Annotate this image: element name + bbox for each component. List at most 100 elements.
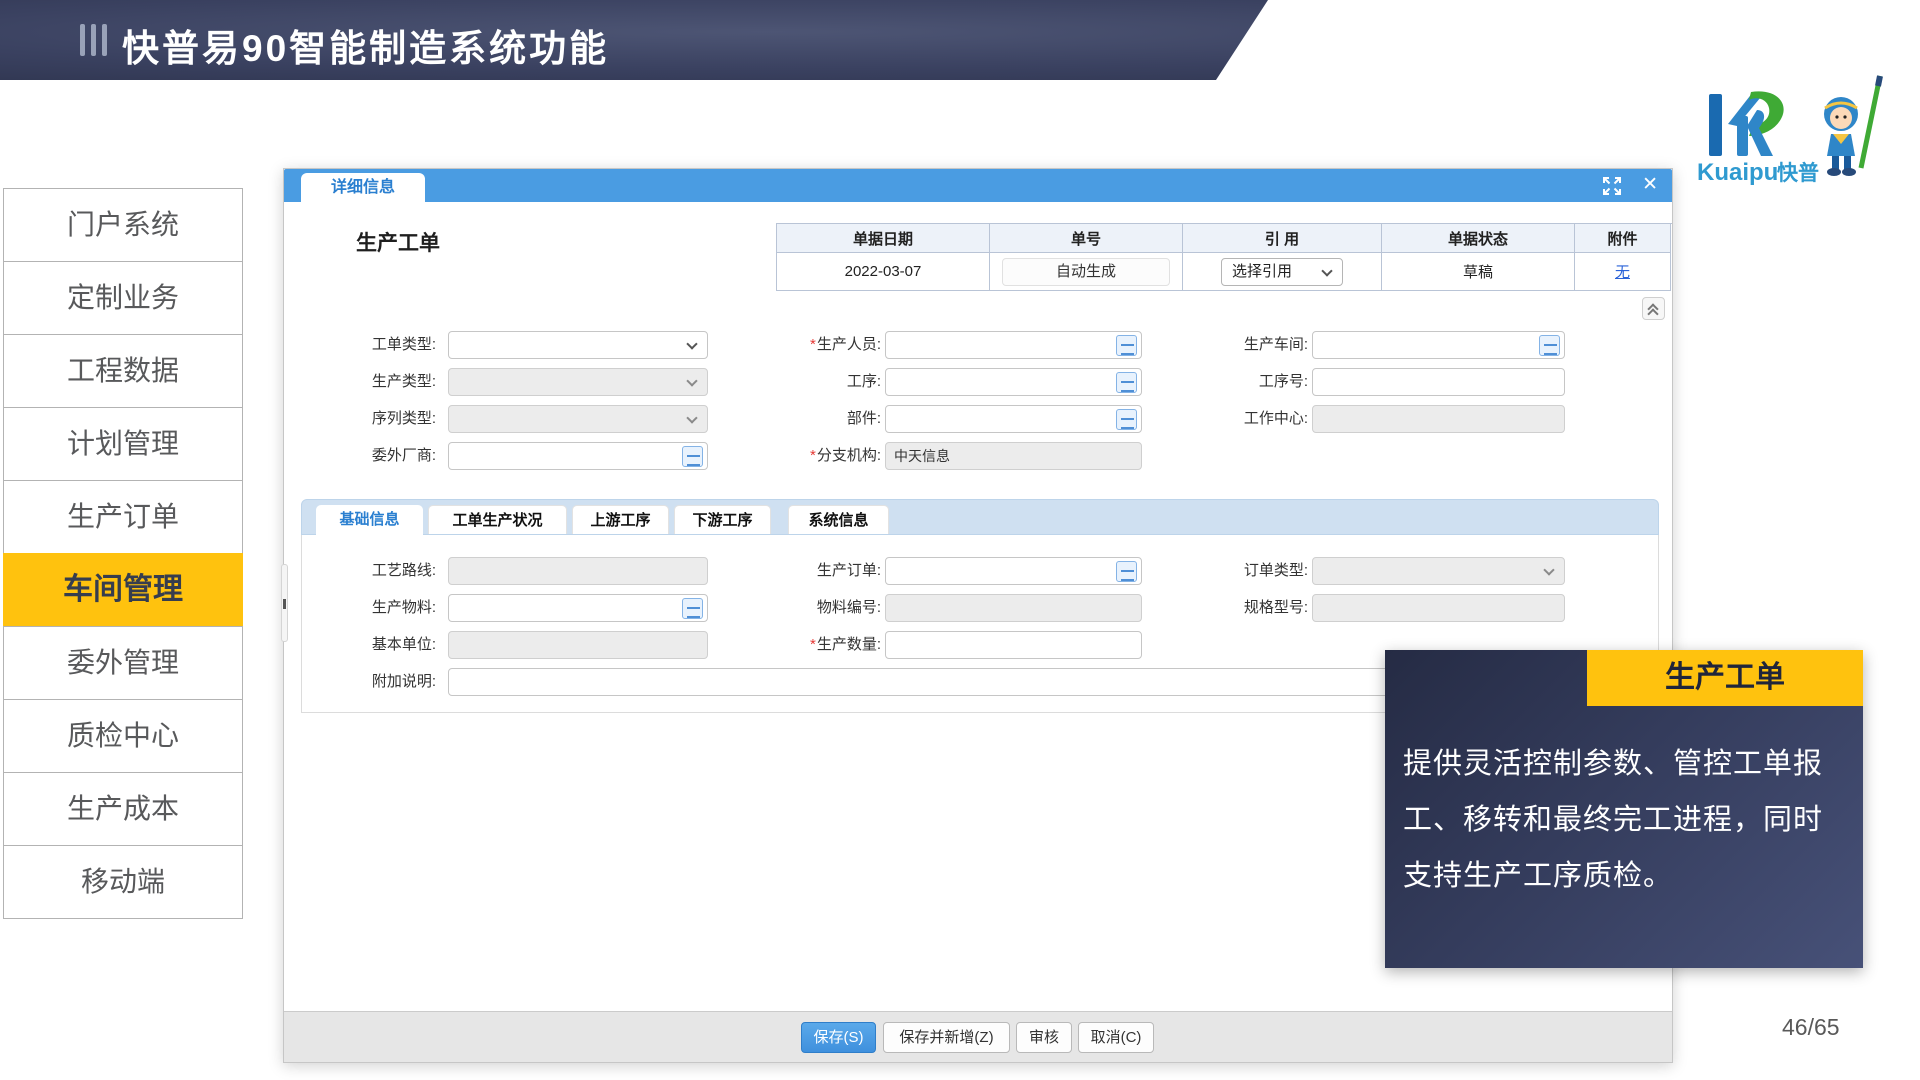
field-label-work-center: 工作中心: bbox=[1161, 405, 1308, 433]
field-label-base-unit: 基本单位: bbox=[291, 631, 436, 659]
field-label-component: 部件: bbox=[736, 405, 881, 433]
doc-date-value: 2022-03-07 bbox=[845, 263, 922, 280]
work-center-input bbox=[1312, 405, 1565, 433]
required-asterisk: * bbox=[810, 447, 816, 464]
field-label-process-route: 工艺路线: bbox=[291, 557, 436, 585]
order-type-select bbox=[1312, 557, 1565, 585]
attachment-link[interactable]: 无 bbox=[1615, 261, 1630, 282]
field-label-outsourcing-vendor: 委外厂商: bbox=[291, 442, 436, 470]
collapse-header-button[interactable] bbox=[1642, 297, 1665, 320]
production-order-input[interactable] bbox=[885, 557, 1142, 585]
field-label-spec-model: 规格型号: bbox=[1161, 594, 1308, 622]
tab-system-info[interactable]: 系统信息 bbox=[788, 505, 889, 534]
tab-basic-info[interactable]: 基础信息 bbox=[316, 505, 423, 536]
lookup-icon[interactable] bbox=[1116, 372, 1137, 393]
lookup-icon[interactable] bbox=[1539, 335, 1560, 356]
form-title: 生产工单 bbox=[356, 227, 440, 257]
doc-col-date: 单据日期 bbox=[777, 224, 990, 253]
required-asterisk: * bbox=[810, 636, 816, 653]
production-material-input[interactable] bbox=[448, 594, 708, 622]
sidebar-item-production-cost[interactable]: 生产成本 bbox=[3, 772, 243, 846]
chevron-down-icon bbox=[1543, 564, 1554, 575]
tab-detail-info[interactable]: 详细信息 bbox=[301, 173, 425, 202]
close-icon[interactable]: ✕ bbox=[1642, 173, 1658, 197]
lookup-icon[interactable] bbox=[1116, 409, 1137, 430]
tab-downstream-process[interactable]: 下游工序 bbox=[674, 505, 771, 534]
production-workshop-input[interactable] bbox=[1312, 331, 1565, 359]
process-no-input[interactable] bbox=[1312, 368, 1565, 396]
production-type-select bbox=[448, 368, 708, 396]
sidebar-item-production-order[interactable]: 生产订单 bbox=[3, 480, 243, 554]
reference-select-value: 选择引用 bbox=[1232, 263, 1292, 280]
sidebar-item-engineering-data[interactable]: 工程数据 bbox=[3, 334, 243, 408]
lookup-icon[interactable] bbox=[1116, 335, 1137, 356]
tab-upstream-process[interactable]: 上游工序 bbox=[572, 505, 669, 534]
outsourcing-vendor-input[interactable] bbox=[448, 442, 708, 470]
field-label-production-order: 生产订单: bbox=[736, 557, 881, 585]
save-and-new-button[interactable]: 保存并新增(Z) bbox=[883, 1022, 1010, 1053]
doc-col-status: 单据状态 bbox=[1382, 224, 1575, 253]
kuaipu-logo: Kuaipu 快普 bbox=[1695, 72, 1895, 190]
field-label-process: 工序: bbox=[736, 368, 881, 396]
field-label-production-qty: *生产数量: bbox=[736, 631, 881, 659]
production-qty-input[interactable] bbox=[885, 631, 1142, 659]
doc-col-attachment: 附件 bbox=[1575, 224, 1671, 253]
page-number: 46/65 bbox=[1782, 1014, 1840, 1041]
panel-splitter-handle[interactable] bbox=[281, 564, 288, 642]
field-label-material-no: 物料编号: bbox=[736, 594, 881, 622]
expand-icon[interactable] bbox=[1602, 176, 1622, 196]
doc-col-number: 单号 bbox=[990, 224, 1183, 253]
doc-table-header-row: 单据日期 单号 引 用 单据状态 附件 bbox=[777, 224, 1672, 253]
audit-button[interactable]: 审核 bbox=[1016, 1022, 1072, 1053]
callout-body: 提供灵活控制参数、管控工单报工、移转和最终完工进程，同时支持生产工序质检。 bbox=[1403, 736, 1847, 904]
field-label-branch-org: *分支机构: bbox=[736, 442, 881, 470]
lookup-icon[interactable] bbox=[1116, 561, 1137, 582]
chevron-down-icon bbox=[1321, 265, 1332, 276]
reference-select[interactable]: 选择引用 bbox=[1221, 258, 1343, 286]
field-label-work-order-type: 工单类型: bbox=[291, 331, 436, 359]
callout-title: 生产工单 bbox=[1587, 650, 1863, 706]
sidebar-item-outsourcing-management[interactable]: 委外管理 bbox=[3, 626, 243, 700]
chevron-down-icon bbox=[686, 375, 697, 386]
sidebar-item-portal[interactable]: 门户系统 bbox=[3, 188, 243, 262]
tab-work-order-production-status[interactable]: 工单生产状况 bbox=[428, 505, 567, 534]
doc-status-value: 草稿 bbox=[1463, 261, 1493, 282]
cancel-button[interactable]: 取消(C) bbox=[1078, 1022, 1154, 1053]
sidebar-item-mobile[interactable]: 移动端 bbox=[3, 845, 243, 919]
mascot-illustration bbox=[1824, 76, 1880, 176]
slide-header-band: 快普易90智能制造系统功能 bbox=[0, 0, 1920, 80]
process-input[interactable] bbox=[885, 368, 1142, 396]
logo-text-cn: 快普 bbox=[1777, 161, 1819, 185]
sidebar-item-custom-business[interactable]: 定制业务 bbox=[3, 261, 243, 335]
field-label-additional-note: 附加说明: bbox=[291, 668, 436, 696]
save-button[interactable]: 保存(S) bbox=[801, 1022, 876, 1053]
sidebar-item-workshop-management[interactable]: 车间管理 bbox=[3, 553, 243, 627]
sidebar-item-quality-center[interactable]: 质检中心 bbox=[3, 699, 243, 773]
spec-model-input bbox=[1312, 594, 1565, 622]
field-label-production-workshop: 生产车间: bbox=[1161, 331, 1308, 359]
feature-callout: 生产工单 提供灵活控制参数、管控工单报工、移转和最终完工进程，同时支持生产工序质… bbox=[1385, 650, 1863, 968]
chevron-down-icon bbox=[686, 338, 697, 349]
material-no-input bbox=[885, 594, 1142, 622]
lookup-icon[interactable] bbox=[682, 446, 703, 467]
kp-monogram bbox=[1709, 91, 1784, 156]
base-unit-input bbox=[448, 631, 708, 659]
component-input[interactable] bbox=[885, 405, 1142, 433]
field-label-sequence-type: 序列类型: bbox=[291, 405, 436, 433]
slide-title: 快普易90智能制造系统功能 bbox=[122, 18, 609, 72]
doc-table-value-row: 2022-03-07 自动生成 选择引用 草稿 无 bbox=[777, 253, 1672, 291]
lookup-icon[interactable] bbox=[682, 598, 703, 619]
production-personnel-input[interactable] bbox=[885, 331, 1142, 359]
doc-number-value: 自动生成 bbox=[1002, 258, 1170, 286]
field-label-process-no: 工序号: bbox=[1161, 368, 1308, 396]
doc-col-reference: 引 用 bbox=[1183, 224, 1382, 253]
title-bars-icon bbox=[80, 24, 107, 56]
branch-org-input: 中天信息 bbox=[885, 442, 1142, 470]
field-label-production-type: 生产类型: bbox=[291, 368, 436, 396]
inner-tab-strip: 基础信息 工单生产状况 上游工序 下游工序 系统信息 bbox=[301, 499, 1659, 535]
work-order-type-select[interactable] bbox=[448, 331, 708, 359]
sidebar-item-plan-management[interactable]: 计划管理 bbox=[3, 407, 243, 481]
required-asterisk: * bbox=[810, 336, 816, 353]
field-label-order-type: 订单类型: bbox=[1161, 557, 1308, 585]
field-label-production-personnel: *生产人员: bbox=[736, 331, 881, 359]
